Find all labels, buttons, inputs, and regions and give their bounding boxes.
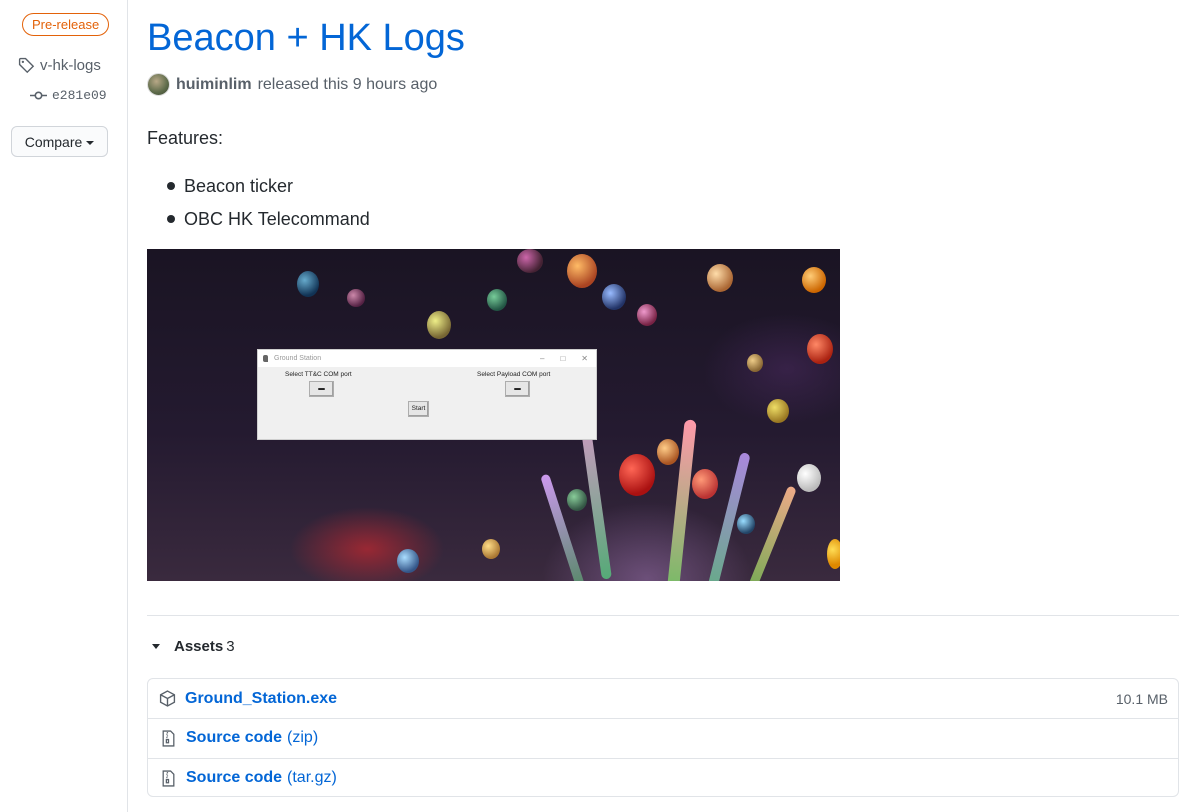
avatar[interactable] xyxy=(147,73,170,96)
release-title[interactable]: Beacon + HK Logs xyxy=(147,17,465,60)
assets-toggle[interactable]: Assets 3 xyxy=(152,638,235,655)
assets-label: Assets xyxy=(174,638,224,655)
feather-icon xyxy=(263,355,268,362)
triangle-down-icon xyxy=(152,644,160,649)
tag-name: v-hk-logs xyxy=(40,57,101,74)
tag-icon xyxy=(18,57,35,74)
compare-label: Compare xyxy=(24,133,83,150)
package-icon xyxy=(159,690,176,707)
release-meta: huiminlim released this 9 hours ago xyxy=(147,73,437,96)
features-list: Beacon ticker OBC HK Telecommand xyxy=(167,174,370,240)
asset-link-source-targz[interactable]: Source code (tar.gz) xyxy=(186,769,337,787)
maximize-icon: □ xyxy=(560,354,566,363)
ttc-port-label: Select TT&C COM port xyxy=(285,371,352,378)
compare-button[interactable]: Compare xyxy=(11,126,108,157)
commit-link[interactable]: e281e09 xyxy=(30,87,107,104)
asset-name: Source code xyxy=(186,769,283,786)
payload-port-select: ▬ xyxy=(505,381,530,397)
asset-format: (tar.gz) xyxy=(287,769,337,786)
assets-count: 3 xyxy=(226,638,235,655)
ground-station-window: Ground Station – □ ✕ Select TT&C COM por… xyxy=(257,349,597,440)
list-item: Ground_Station.exe 10.1 MB xyxy=(148,679,1178,718)
close-icon: ✕ xyxy=(581,354,588,363)
tag-link[interactable]: v-hk-logs xyxy=(18,57,101,74)
list-item: Source code (tar.gz) xyxy=(148,758,1178,797)
list-item: Source code (zip) xyxy=(148,718,1178,757)
file-zip-icon xyxy=(162,729,175,747)
author-link[interactable]: huiminlim xyxy=(176,76,252,94)
prerelease-badge: Pre-release xyxy=(22,13,110,36)
release-screenshot[interactable]: Ground Station – □ ✕ Select TT&C COM por… xyxy=(147,249,840,581)
window-title: Ground Station xyxy=(274,355,322,362)
asset-link-ground-station[interactable]: Ground_Station.exe xyxy=(185,690,337,708)
assets-list: Ground_Station.exe 10.1 MB Source code (z… xyxy=(147,678,1179,797)
released-text: released this 9 hours ago xyxy=(257,75,438,93)
asset-link-source-zip[interactable]: Source code (zip) xyxy=(186,729,318,747)
list-item: Beacon ticker xyxy=(167,174,370,207)
list-item: OBC HK Telecommand xyxy=(167,207,370,240)
commit-sha: e281e09 xyxy=(52,88,107,103)
divider xyxy=(147,615,1179,616)
start-button: Start xyxy=(408,401,429,417)
features-heading: Features: xyxy=(147,128,224,148)
ttc-port-select: ▬ xyxy=(309,381,334,397)
asset-size: 10.1 MB xyxy=(1115,690,1168,707)
file-zip-icon xyxy=(162,769,175,787)
minimize-icon: – xyxy=(540,354,545,363)
chevron-down-icon xyxy=(86,140,95,145)
commit-icon xyxy=(30,91,47,100)
release-sidebar: Pre-release v-hk-logs e281e09 Compare xyxy=(0,0,128,812)
payload-port-label: Select Payload COM port xyxy=(477,371,551,378)
asset-format: (zip) xyxy=(287,729,319,746)
asset-name: Source code xyxy=(186,729,283,746)
